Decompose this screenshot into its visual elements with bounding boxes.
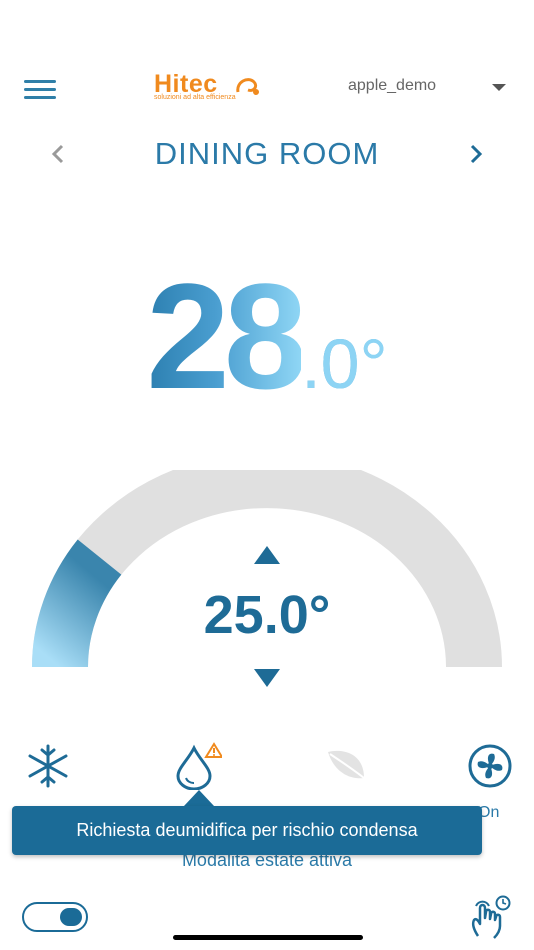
fan-icon[interactable] [464,742,516,790]
snowflake-icon[interactable] [22,742,74,790]
touch-schedule-icon[interactable] [466,894,512,940]
toggle-knob [60,908,82,926]
home-indicator [173,935,363,940]
temperature-integer: 28 [146,252,307,420]
power-toggle[interactable] [22,902,88,932]
setpoint-down-arrow-icon[interactable] [254,669,280,687]
current-temperature: 28.0° [0,250,534,423]
hamburger-menu-icon[interactable] [24,78,58,100]
chevron-right-icon[interactable] [466,142,486,166]
temperature-decimal: .0° [301,325,388,403]
room-title: DINING ROOM [154,136,380,171]
logo-swirl-icon [236,78,259,95]
chevron-left-icon[interactable] [48,142,68,166]
leaf-icon[interactable] [320,742,372,790]
water-drop-warning-icon[interactable] [170,742,222,790]
brand-tagline: soluzioni ad alta efficienza [154,94,236,101]
condensation-tooltip: Richiesta deumidifica per rischio conden… [12,806,482,855]
setpoint-up-arrow-icon[interactable] [254,546,280,564]
setpoint-value: 25.0° [203,585,331,645]
chevron-down-icon[interactable] [492,84,506,91]
tooltip-text: Richiesta deumidifica per rischio conden… [76,820,418,840]
user-selector[interactable]: apple_demo [348,77,436,95]
tooltip-arrow [184,790,214,806]
brand-logo: Hitec soluzioni ad alta efficienza [150,70,266,104]
